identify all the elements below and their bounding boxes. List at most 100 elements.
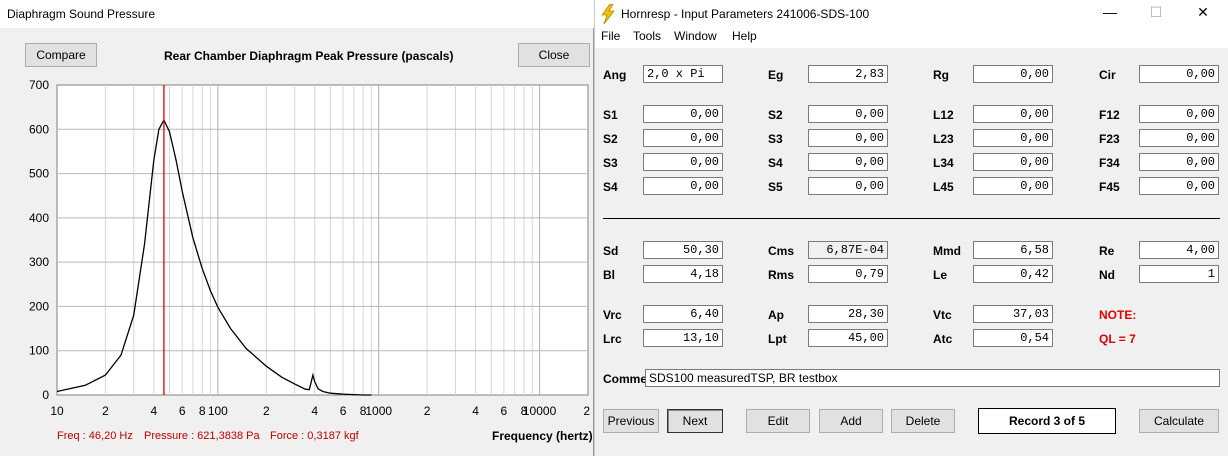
param-label: F23 — [1099, 132, 1120, 146]
s3-field[interactable]: 0,00 — [643, 153, 723, 171]
right-window-title: Hornresp - Input Parameters 241006-SDS-1… — [621, 7, 870, 21]
previous-button[interactable]: Previous — [603, 409, 659, 433]
note-label: NOTE: — [1099, 308, 1137, 322]
param-label: Cir — [1099, 68, 1116, 82]
ap-field[interactable]: 28,30 — [808, 305, 888, 323]
delete-button[interactable]: Delete — [891, 409, 955, 433]
x-tick-label: 2 — [424, 404, 431, 418]
bl-field[interactable]: 4,18 — [643, 265, 723, 283]
vtc-field[interactable]: 37,03 — [973, 305, 1053, 323]
lpt-field[interactable]: 45,00 — [808, 329, 888, 347]
eg-field[interactable]: 2,83 — [808, 65, 888, 83]
param-label: F45 — [1099, 180, 1120, 194]
next-button[interactable]: Next — [667, 409, 723, 433]
param-label: Sd — [603, 244, 619, 258]
sd-field[interactable]: 50,30 — [643, 241, 723, 259]
le-field[interactable]: 0,42 — [973, 265, 1053, 283]
param-label: Rms — [768, 268, 795, 282]
param-label: L23 — [933, 132, 954, 146]
ang-field[interactable]: 2,0 x Pi — [643, 65, 723, 83]
compare-button[interactable]: Compare — [25, 43, 97, 67]
atc-field[interactable]: 0,54 — [973, 329, 1053, 347]
lightning-bolt-icon — [601, 4, 615, 24]
minimize-icon[interactable]: — — [1095, 4, 1125, 20]
record-indicator: Record 3 of 5 — [978, 408, 1116, 434]
menu-file[interactable]: File — [601, 28, 620, 44]
s5-field[interactable]: 0,00 — [808, 177, 888, 195]
f12-field[interactable]: 0,00 — [1139, 105, 1219, 123]
x-tick-label: 4 — [311, 404, 318, 418]
vrc-field[interactable]: 6,40 — [643, 305, 723, 323]
x-tick-label: 10000 — [523, 404, 557, 418]
close-chart-button[interactable]: Close — [518, 43, 590, 67]
y-tick-label: 300 — [29, 255, 49, 269]
param-label: L12 — [933, 108, 954, 122]
param-label: L45 — [933, 180, 954, 194]
menu-tools[interactable]: Tools — [633, 28, 661, 44]
pressure-chart[interactable]: 0100200300400500600700 10 2 4 6 8 100 2 4 6 81000… — [0, 70, 594, 430]
param-label: S4 — [768, 156, 783, 170]
re-field[interactable]: 4,00 — [1139, 241, 1219, 259]
param-label: Vtc — [933, 308, 952, 322]
f45-field[interactable]: 0,00 — [1139, 177, 1219, 195]
add-button[interactable]: Add — [819, 409, 883, 433]
x-axis-ticks: 10 2 4 6 8 100 2 4 6 81000 2 4 6 810000 2 — [50, 404, 590, 418]
x-tick-label: 100 — [208, 404, 228, 418]
pressure-readout: Pressure : 621,3838 Pa — [144, 430, 260, 442]
nd-field[interactable]: 1 — [1139, 265, 1219, 283]
y-tick-label: 0 — [42, 388, 49, 402]
x-tick-label: 1000 — [365, 404, 392, 418]
plot-area — [56, 84, 589, 396]
param-label: Eg — [768, 68, 784, 82]
rg-field[interactable]: 0,00 — [973, 65, 1053, 83]
edit-button[interactable]: Edit — [746, 409, 810, 433]
y-axis-ticks: 0 100 200 300 400 500 600 700 — [29, 78, 49, 402]
lrc-field[interactable]: 13,10 — [643, 329, 723, 347]
y-tick-label: 400 — [29, 211, 49, 225]
mmd-field[interactable]: 6,58 — [973, 241, 1053, 259]
s2-field[interactable]: 0,00 — [808, 105, 888, 123]
f23-field[interactable]: 0,00 — [1139, 129, 1219, 147]
menu-window[interactable]: Window — [674, 28, 717, 44]
param-label: Mmd — [933, 244, 961, 258]
y-tick-label: 700 — [29, 78, 49, 92]
diaphragm-pressure-window: Diaphragm Sound Pressure Compare Rear Ch… — [0, 0, 594, 456]
ql-label: QL = 7 — [1099, 332, 1136, 346]
l34-field[interactable]: 0,00 — [973, 153, 1053, 171]
param-label: Ap — [768, 308, 784, 322]
freq-readout: Freq : 46,20 Hz — [57, 430, 133, 442]
maximize-icon[interactable]: ☐ — [1141, 4, 1171, 21]
s1-field[interactable]: 0,00 — [643, 105, 723, 123]
s3-field[interactable]: 0,00 — [808, 129, 888, 147]
input-parameters-window: Hornresp - Input Parameters 241006-SDS-1… — [594, 0, 1228, 456]
param-label: Nd — [1099, 268, 1115, 282]
x-tick-label: 2 — [263, 404, 270, 418]
s4-field[interactable]: 0,00 — [808, 153, 888, 171]
x-axis-label: Frequency (hertz) — [492, 429, 593, 443]
cir-field[interactable]: 0,00 — [1139, 65, 1219, 83]
close-icon[interactable]: ✕ — [1188, 4, 1218, 21]
rms-field[interactable]: 0,79 — [808, 265, 888, 283]
l12-field[interactable]: 0,00 — [973, 105, 1053, 123]
l45-field[interactable]: 0,00 — [973, 177, 1053, 195]
cms-field[interactable]: 6,87E-04 — [808, 241, 888, 259]
param-label: Lpt — [768, 332, 787, 346]
f34-field[interactable]: 0,00 — [1139, 153, 1219, 171]
s2-field[interactable]: 0,00 — [643, 129, 723, 147]
y-tick-label: 500 — [29, 167, 49, 181]
param-label: S3 — [603, 156, 618, 170]
l23-field[interactable]: 0,00 — [973, 129, 1053, 147]
x-tick-label: 4 — [151, 404, 158, 418]
x-tick-label: 4 — [472, 404, 479, 418]
s4-field[interactable]: 0,00 — [643, 177, 723, 195]
force-readout: Force : 0,3187 kgf — [270, 430, 359, 442]
menu-help[interactable]: Help — [732, 28, 757, 44]
calculate-button[interactable]: Calculate — [1139, 409, 1219, 433]
x-tick-label: 6 — [340, 404, 347, 418]
param-label: Cms — [768, 244, 795, 258]
chart-title: Rear Chamber Diaphragm Peak Pressure (pa… — [164, 49, 454, 63]
param-label: S1 — [603, 108, 618, 122]
param-label: S2 — [768, 108, 783, 122]
comment-field[interactable]: SDS100 measuredTSP, BR testbox — [645, 369, 1220, 387]
x-tick-label: 2 — [583, 404, 590, 418]
